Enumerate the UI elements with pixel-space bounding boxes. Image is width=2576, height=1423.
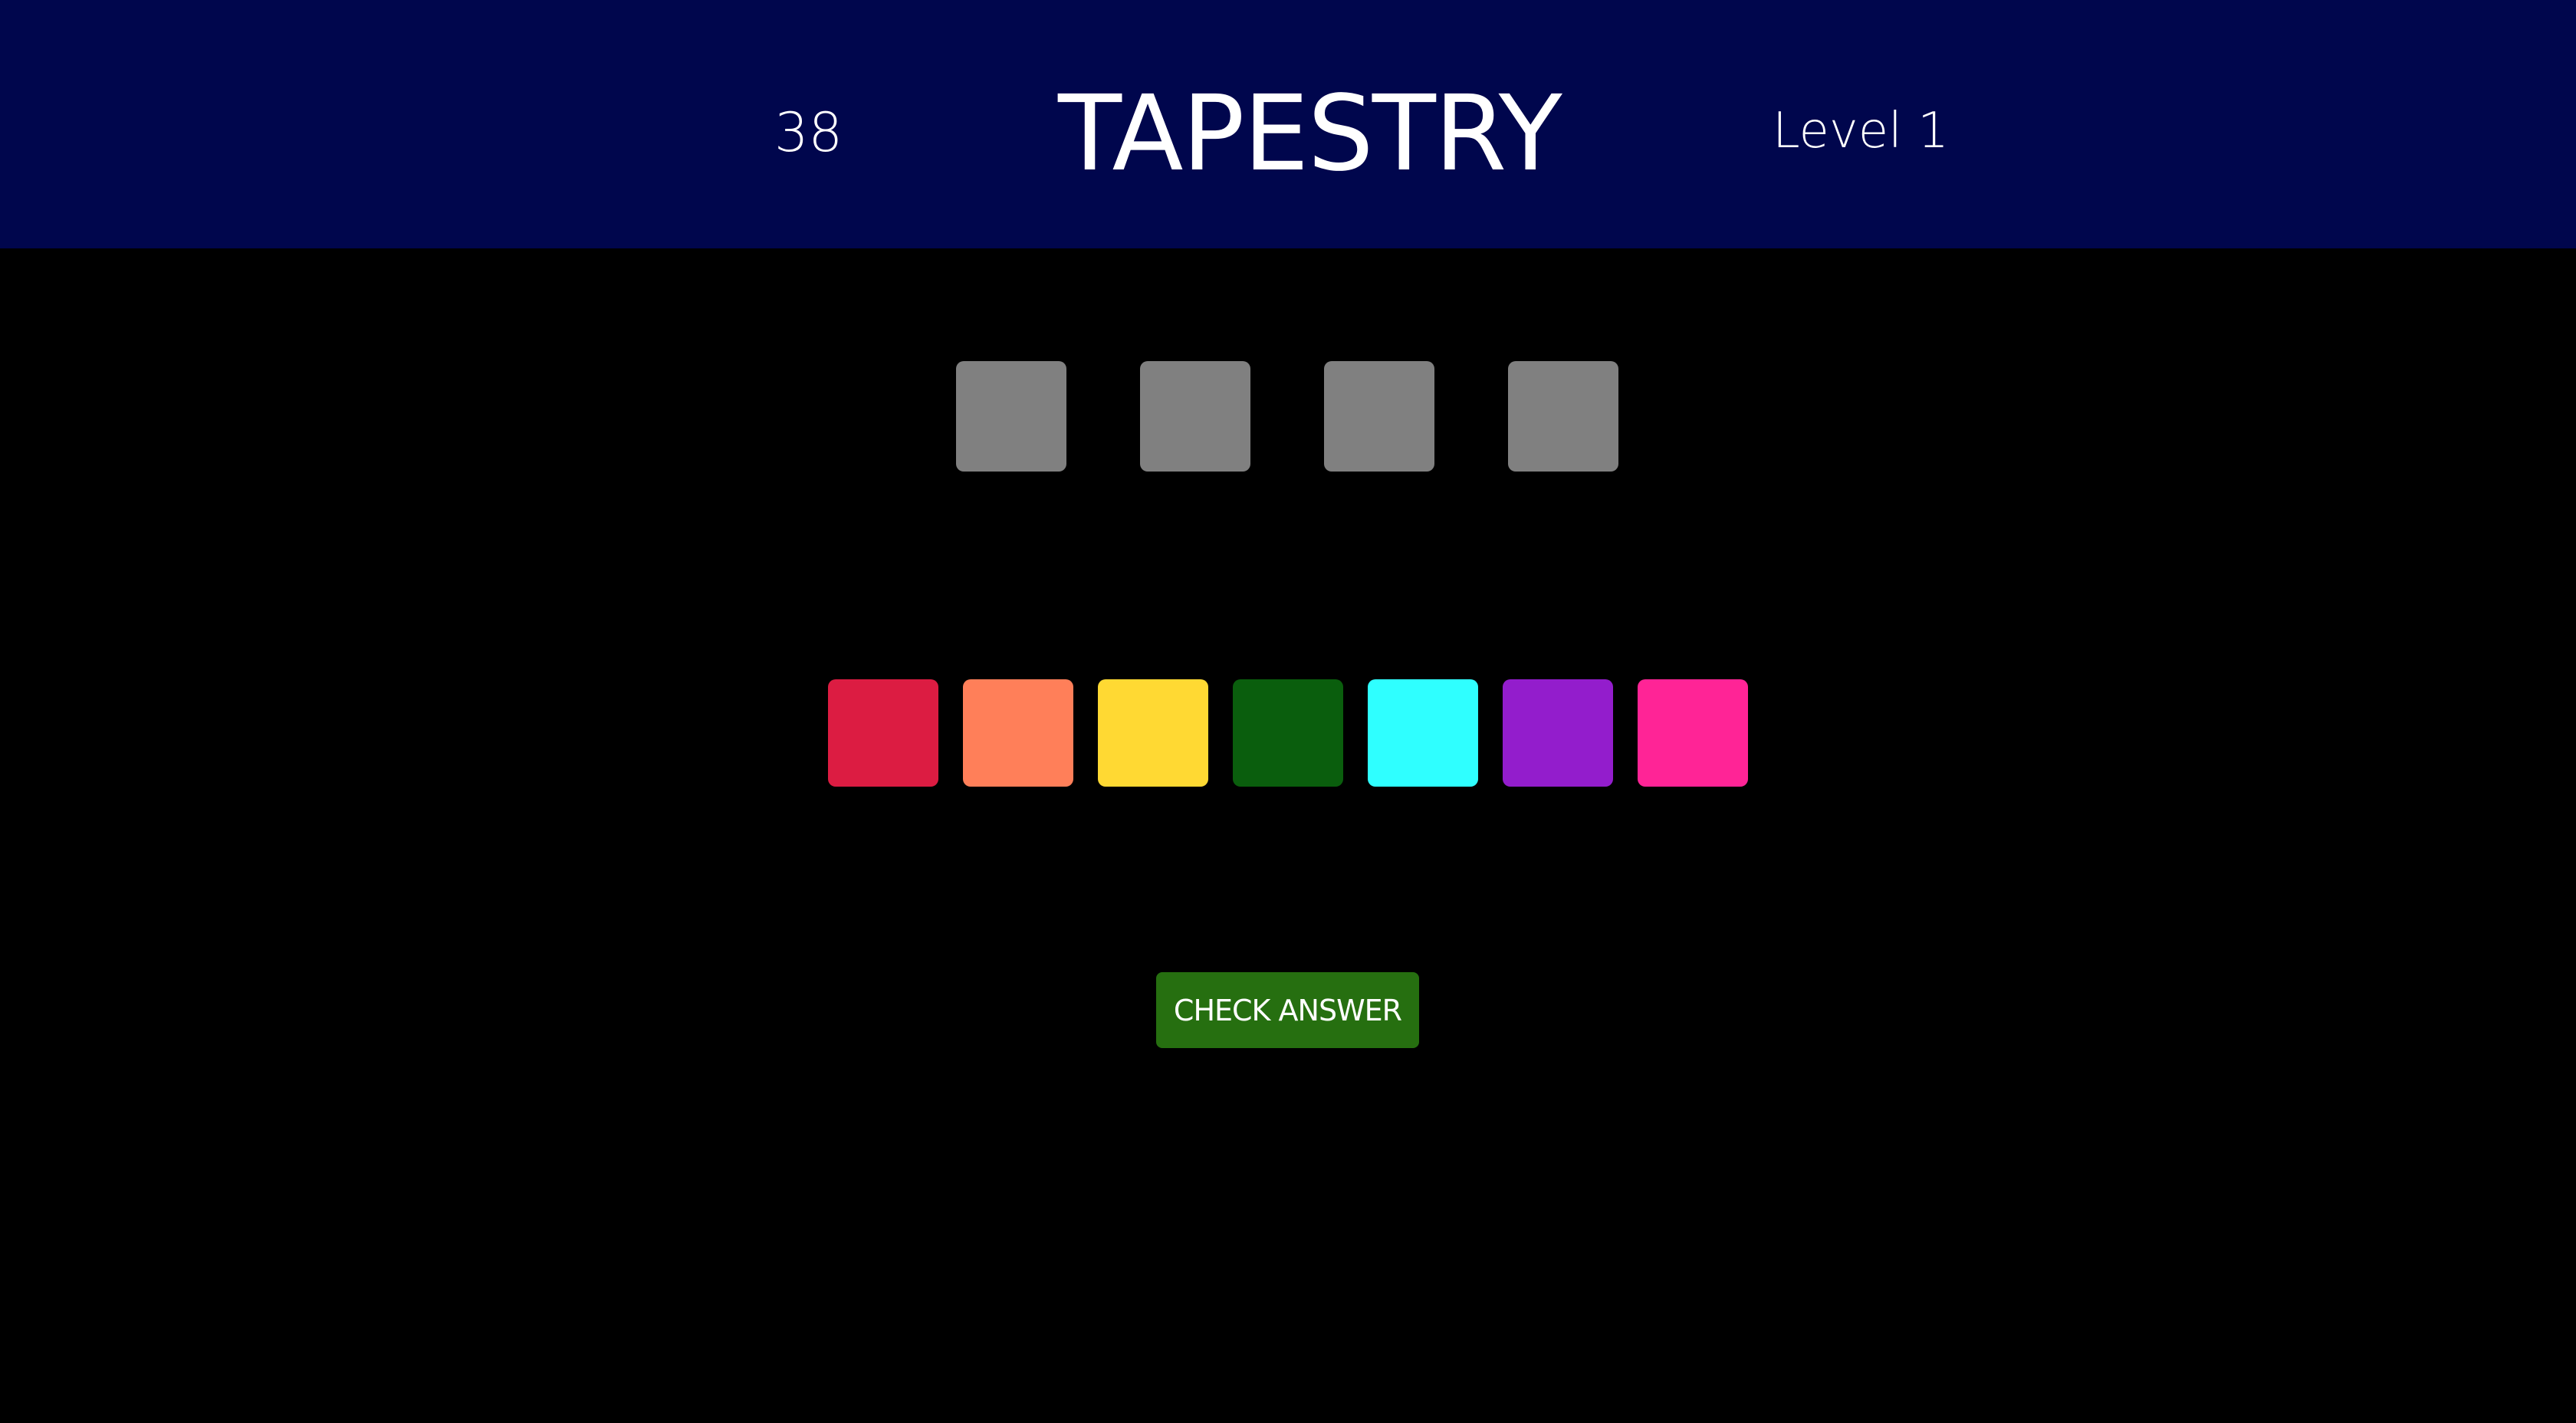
check-answer-button[interactable]: CHECK ANSWER	[1156, 972, 1419, 1048]
color-swatch-yellow[interactable]	[1098, 679, 1208, 787]
answer-slot-2[interactable]	[1140, 361, 1250, 472]
color-swatch-dark-green[interactable]	[1233, 679, 1343, 787]
answer-slot-4[interactable]	[1508, 361, 1618, 472]
color-swatch-pink[interactable]	[1638, 679, 1748, 787]
level-indicator: Level 1	[1773, 103, 1949, 159]
score-counter: 38	[774, 101, 843, 164]
answer-slot-1[interactable]	[956, 361, 1066, 472]
game-title: TAPESTRY	[1058, 74, 1562, 195]
answer-slot-3[interactable]	[1324, 361, 1434, 472]
color-swatch-crimson[interactable]	[828, 679, 938, 787]
color-swatch-cyan[interactable]	[1368, 679, 1478, 787]
color-swatch-coral[interactable]	[963, 679, 1073, 787]
color-swatch-purple[interactable]	[1503, 679, 1613, 787]
header-bar: 38 TAPESTRY Level 1	[0, 0, 2576, 248]
